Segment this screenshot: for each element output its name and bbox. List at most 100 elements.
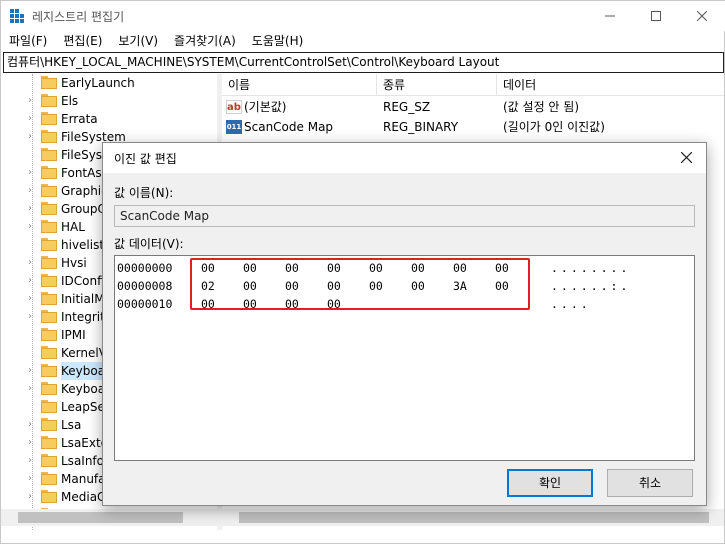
hex-ascii: ........ — [551, 261, 631, 275]
chevron-right-icon[interactable]: › — [28, 362, 38, 380]
ok-button[interactable]: 확인 — [507, 469, 593, 497]
highlight-annotation-box — [190, 258, 530, 310]
menu-bar: 파일(F) 편집(E) 보기(V) 즐겨찾기(A) 도움말(H) — [1, 31, 725, 51]
value-data: (값 설정 안 됨) — [503, 100, 580, 114]
hex-address: 00000008 — [117, 279, 173, 293]
folder-icon — [41, 292, 57, 305]
close-button[interactable] — [679, 1, 725, 31]
tree-item-label: InitialM — [61, 292, 105, 306]
tree-item-label: Graphic — [61, 184, 108, 198]
folder-icon — [41, 148, 57, 161]
folder-icon — [41, 364, 57, 377]
value-data: (길이가 0인 이진값) — [503, 120, 605, 134]
folder-icon — [41, 130, 57, 143]
folder-icon — [41, 436, 57, 449]
tree-item-label: Els — [61, 94, 79, 108]
hex-address: 00000000 — [117, 261, 173, 275]
tree-item-label: GroupO — [61, 202, 107, 216]
tree-item-label: Lsa — [61, 418, 82, 432]
value-data-label: 값 데이터(V): — [114, 237, 184, 251]
window-title: 레지스트리 편집기 — [32, 10, 125, 24]
folder-icon — [41, 346, 57, 359]
tree-horizontal-scrollbar[interactable] — [1, 509, 217, 526]
chevron-right-icon[interactable]: › — [28, 200, 38, 218]
tree-item-label: Errata — [61, 112, 98, 126]
menu-edit[interactable]: 편집(E) — [55, 31, 110, 51]
value-type: REG_BINARY — [383, 120, 459, 134]
maximize-button[interactable] — [633, 1, 679, 31]
folder-icon — [41, 490, 57, 503]
menu-favorites[interactable]: 즐겨찾기(A) — [166, 31, 244, 51]
list-header: 이름 종류 데이터 — [222, 74, 724, 96]
hex-address: 00000010 — [117, 297, 173, 311]
chevron-right-icon[interactable]: › — [28, 434, 38, 452]
tree-item[interactable]: EarlyLaunch — [1, 74, 217, 92]
folder-icon — [41, 274, 57, 287]
tree-item-label: HAL — [61, 220, 85, 234]
list-horizontal-scrollbar[interactable] — [222, 509, 724, 526]
binary-value-icon: 011 — [226, 120, 242, 134]
tree-item-label: hivelist — [61, 238, 105, 252]
folder-icon — [41, 220, 57, 233]
cancel-button[interactable]: 취소 — [607, 469, 693, 497]
tree-item-label: IPMI — [61, 328, 86, 342]
close-icon — [680, 151, 692, 164]
chevron-right-icon[interactable]: › — [28, 308, 38, 326]
folder-icon — [41, 454, 57, 467]
tree-item-label: FontAss — [61, 166, 108, 180]
chevron-right-icon[interactable]: › — [28, 92, 38, 110]
chevron-right-icon[interactable]: › — [28, 128, 38, 146]
list-scroll-thumb[interactable] — [239, 512, 709, 523]
folder-icon — [41, 310, 57, 323]
minimize-icon — [605, 15, 615, 17]
hex-ascii: ......:. — [551, 279, 631, 293]
tree-item-label: IDConfi — [61, 274, 105, 288]
menu-file[interactable]: 파일(F) — [1, 31, 55, 51]
folder-icon — [41, 400, 57, 413]
folder-icon — [41, 76, 57, 89]
tree-item-label: KernelV — [61, 346, 107, 360]
registry-editor-icon — [10, 9, 24, 23]
column-header-type[interactable]: 종류 — [377, 74, 497, 96]
chevron-right-icon[interactable]: › — [28, 470, 38, 488]
value-name-field: ScanCode Map — [114, 205, 695, 227]
tree-item-label: Hvsi — [61, 256, 87, 270]
dialog-title-bar: 이진 값 편집 — [103, 143, 706, 173]
chevron-right-icon[interactable]: › — [28, 182, 38, 200]
chevron-right-icon[interactable]: › — [28, 416, 38, 434]
chevron-right-icon[interactable]: › — [28, 452, 38, 470]
tree-scroll-thumb[interactable] — [18, 512, 183, 523]
chevron-right-icon[interactable]: › — [28, 110, 38, 128]
list-row[interactable]: ab (기본값) REG_SZ (값 설정 안 됨) — [222, 97, 724, 117]
dialog-close-button[interactable] — [673, 146, 699, 170]
folder-icon — [41, 112, 57, 125]
dialog-title: 이진 값 편집 — [114, 152, 177, 166]
chevron-right-icon[interactable]: › — [28, 164, 38, 182]
minimize-button[interactable] — [587, 1, 633, 31]
tree-item[interactable]: › Errata — [1, 110, 217, 128]
chevron-right-icon[interactable]: › — [28, 488, 38, 506]
value-name: ScanCode Map — [244, 120, 334, 134]
tree-item-label: EarlyLaunch — [61, 76, 135, 90]
registry-editor-window: 레지스트리 편집기 파일(F) 편집(E) 보기(V) 즐겨찾기(A) 도움말(… — [0, 0, 725, 544]
menu-view[interactable]: 보기(V) — [110, 31, 166, 51]
chevron-right-icon[interactable]: › — [28, 380, 38, 398]
column-header-name[interactable]: 이름 — [222, 74, 377, 96]
close-icon — [697, 11, 707, 21]
folder-icon — [41, 94, 57, 107]
column-header-data[interactable]: 데이터 — [497, 74, 724, 96]
maximize-icon — [651, 11, 661, 21]
tree-item[interactable]: › Els — [1, 92, 217, 110]
list-row[interactable]: 011 ScanCode Map REG_BINARY (길이가 0인 이진값) — [222, 117, 724, 137]
address-bar[interactable]: 컴퓨터\HKEY_LOCAL_MACHINE\SYSTEM\CurrentCon… — [3, 52, 724, 73]
chevron-right-icon[interactable]: › — [28, 290, 38, 308]
chevron-right-icon[interactable]: › — [28, 254, 38, 272]
chevron-right-icon[interactable]: › — [28, 272, 38, 290]
folder-icon — [41, 382, 57, 395]
folder-icon — [41, 238, 57, 251]
value-name-label: 값 이름(N): — [114, 186, 174, 200]
menu-help[interactable]: 도움말(H) — [244, 31, 312, 51]
chevron-right-icon[interactable]: › — [28, 218, 38, 236]
title-bar: 레지스트리 편집기 — [1, 1, 725, 31]
folder-icon — [41, 472, 57, 485]
